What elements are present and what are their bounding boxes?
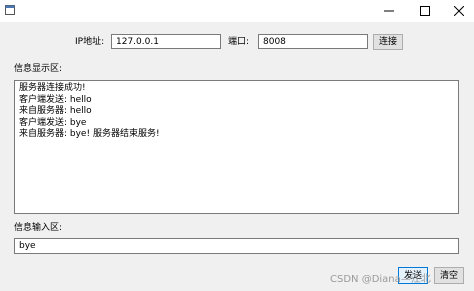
maximize-button[interactable] (408, 0, 442, 22)
minimize-icon (384, 10, 394, 12)
message-input[interactable]: bye (14, 238, 459, 254)
connect-button[interactable]: 连接 (373, 34, 403, 50)
message-line: 客户端发送: bye (19, 117, 87, 128)
ip-label: IP地址: (75, 37, 105, 47)
message-display[interactable]: 服务器连接成功! 客户端发送: hello 来自服务器: hello 客户端发送… (14, 80, 459, 214)
message-line: 来自服务器: bye! 服务器结束服务! (19, 129, 160, 139)
clear-button[interactable]: 清空 (434, 267, 464, 284)
watermark: CSDN @Diana—江北 (330, 274, 431, 285)
port-input[interactable]: 8008 (258, 34, 368, 49)
maximize-icon (420, 6, 430, 16)
close-icon (454, 6, 464, 16)
minimize-button[interactable] (372, 0, 406, 22)
message-line: 服务器连接成功! (19, 83, 86, 93)
title-bar (0, 0, 474, 22)
message-line: 来自服务器: hello (19, 106, 92, 116)
message-line: 客户端发送: hello (19, 94, 92, 105)
port-label: 端口: (228, 37, 250, 47)
input-label: 信息输入区: (14, 223, 63, 233)
app-icon (5, 5, 15, 15)
ip-input[interactable]: 127.0.0.1 (111, 34, 221, 49)
close-button[interactable] (442, 0, 474, 22)
display-label: 信息显示区: (14, 64, 63, 74)
